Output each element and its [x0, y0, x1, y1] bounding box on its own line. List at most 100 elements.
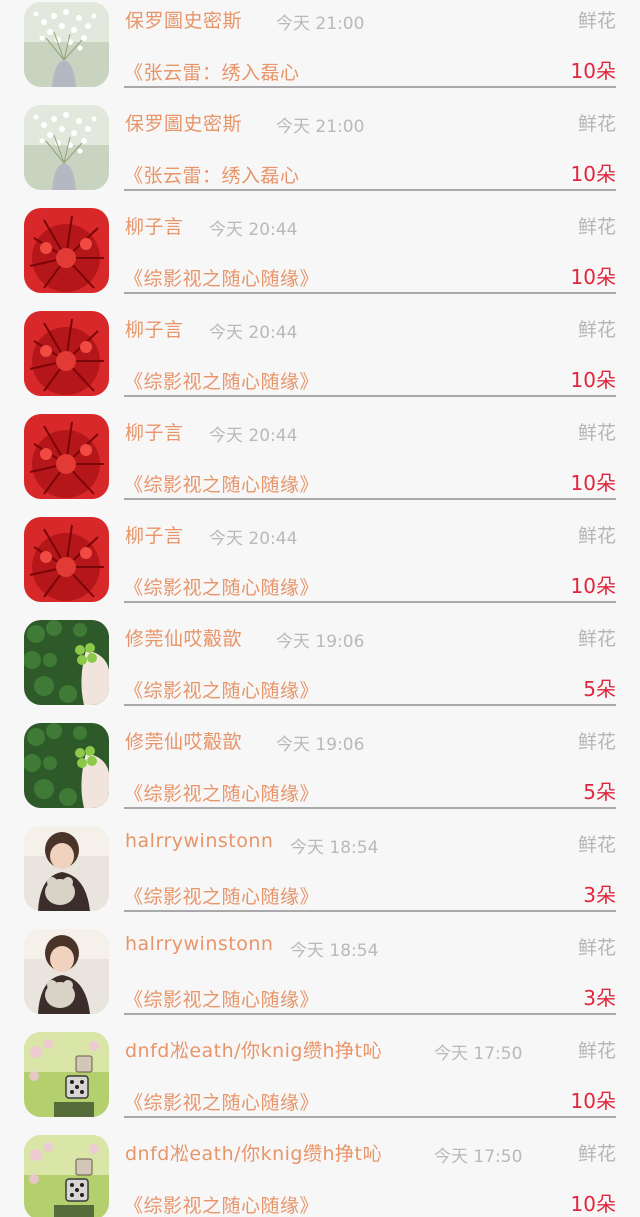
avatar[interactable] [24, 723, 109, 808]
avatar[interactable] [24, 208, 109, 293]
sender-name[interactable]: 修莞仙哎觳歆 [125, 624, 242, 651]
divider [124, 498, 616, 500]
divider [124, 395, 616, 397]
four-leaf-clover-avatar-icon [24, 723, 109, 808]
avatar[interactable] [24, 311, 109, 396]
book-title[interactable]: 《综影视之随心随缘》 [124, 573, 319, 600]
sender-name[interactable]: halrrywinstonn [125, 830, 273, 852]
avatar[interactable] [24, 929, 109, 1014]
book-title[interactable]: 《综影视之随心随缘》 [124, 470, 319, 497]
avatar[interactable] [24, 620, 109, 705]
timestamp: 今天 17:50 [434, 1147, 523, 1167]
gift-type: 鲜花 [577, 628, 616, 650]
avatar[interactable] [24, 2, 109, 87]
sender-name[interactable]: halrrywinstonn [125, 933, 273, 955]
red-spider-lily-avatar-icon [24, 208, 109, 293]
book-title[interactable]: 《综影视之随心随缘》 [124, 779, 319, 806]
divider [124, 601, 616, 603]
list-item[interactable]: dnfd凇eath/你knig缵h挣t吣 今天 17:50 鲜花 《综影视之随心… [0, 1133, 640, 1217]
avatar[interactable] [24, 414, 109, 499]
timestamp: 今天 20:44 [209, 220, 298, 240]
list-item[interactable]: 修莞仙哎觳歆 今天 19:06 鲜花 《综影视之随心随缘》 5朵 [0, 721, 640, 824]
book-title[interactable]: 《张云雷：绣入磊心 [124, 161, 300, 188]
gift-type: 鲜花 [577, 319, 616, 341]
red-spider-lily-avatar-icon [24, 311, 109, 396]
sender-name[interactable]: 柳子言 [125, 315, 184, 342]
flower-count: 10朵 [570, 368, 616, 392]
timestamp: 今天 20:44 [209, 529, 298, 549]
list-item[interactable]: 柳子言 今天 20:44 鲜花 《综影视之随心随缘》 10朵 [0, 412, 640, 515]
timestamp: 今天 21:00 [276, 117, 365, 137]
book-title[interactable]: 《综影视之随心随缘》 [124, 882, 319, 909]
avatar[interactable] [24, 105, 109, 190]
gift-type: 鲜花 [577, 113, 616, 135]
avatar[interactable] [24, 1032, 109, 1117]
book-title[interactable]: 《综影视之随心随缘》 [124, 676, 319, 703]
flower-count: 3朵 [583, 986, 616, 1010]
flower-count: 10朵 [570, 574, 616, 598]
list-item[interactable]: 保罗圖史密斯 今天 21:00 鲜花 《张云雷：绣入磊心 10朵 [0, 103, 640, 206]
timestamp: 今天 18:54 [290, 838, 379, 858]
sender-name[interactable]: 柳子言 [125, 418, 184, 445]
gift-type: 鲜花 [577, 10, 616, 32]
child-with-plush-avatar-icon [24, 929, 109, 1014]
sender-name[interactable]: 柳子言 [125, 212, 184, 239]
sender-name[interactable]: dnfd凇eath/你knig缵h挣t吣 [125, 1036, 382, 1063]
divider [124, 292, 616, 294]
divider [124, 704, 616, 706]
sender-name[interactable]: 保罗圖史密斯 [125, 6, 242, 33]
gift-type: 鲜花 [577, 1040, 616, 1062]
flower-count: 5朵 [583, 780, 616, 804]
avatar[interactable] [24, 826, 109, 911]
book-title[interactable]: 《综影视之随心随缘》 [124, 264, 319, 291]
gift-type: 鲜花 [577, 731, 616, 753]
list-item[interactable]: dnfd凇eath/你knig缵h挣t吣 今天 17:50 鲜花 《综影视之随心… [0, 1030, 640, 1133]
sender-name[interactable]: 修莞仙哎觳歆 [125, 727, 242, 754]
divider [124, 910, 616, 912]
timestamp: 今天 20:44 [209, 323, 298, 343]
list-item[interactable]: halrrywinstonn 今天 18:54 鲜花 《综影视之随心随缘》 3朵 [0, 927, 640, 1030]
gift-type: 鲜花 [577, 937, 616, 959]
book-title[interactable]: 《张云雷：绣入磊心 [124, 58, 300, 85]
gift-type: 鲜花 [577, 1143, 616, 1165]
gift-type: 鲜花 [577, 422, 616, 444]
flower-count: 3朵 [583, 883, 616, 907]
flower-count: 10朵 [570, 1089, 616, 1113]
flower-count: 10朵 [570, 1192, 616, 1216]
list-item[interactable]: halrrywinstonn 今天 18:54 鲜花 《综影视之随心随缘》 3朵 [0, 824, 640, 927]
book-title[interactable]: 《综影视之随心随缘》 [124, 1191, 319, 1217]
timestamp: 今天 21:00 [276, 14, 365, 34]
child-with-plush-avatar-icon [24, 826, 109, 911]
gift-type: 鲜花 [577, 834, 616, 856]
avatar[interactable] [24, 1135, 109, 1217]
dice-bokeh-avatar-icon [24, 1032, 109, 1117]
timestamp: 今天 19:06 [276, 632, 365, 652]
red-spider-lily-avatar-icon [24, 414, 109, 499]
sender-name[interactable]: 保罗圖史密斯 [125, 109, 242, 136]
red-spider-lily-avatar-icon [24, 517, 109, 602]
timestamp: 今天 18:54 [290, 941, 379, 961]
divider [124, 86, 616, 88]
timestamp: 今天 20:44 [209, 426, 298, 446]
divider [124, 807, 616, 809]
flower-count: 5朵 [583, 677, 616, 701]
dice-bokeh-avatar-icon [24, 1135, 109, 1217]
sender-name[interactable]: dnfd凇eath/你knig缵h挣t吣 [125, 1139, 382, 1166]
list-item[interactable]: 柳子言 今天 20:44 鲜花 《综影视之随心随缘》 10朵 [0, 309, 640, 412]
divider [124, 189, 616, 191]
timestamp: 今天 17:50 [434, 1044, 523, 1064]
list-item[interactable]: 柳子言 今天 20:44 鲜花 《综影视之随心随缘》 10朵 [0, 515, 640, 618]
list-item[interactable]: 柳子言 今天 20:44 鲜花 《综影视之随心随缘》 10朵 [0, 206, 640, 309]
flower-count: 10朵 [570, 265, 616, 289]
gift-type: 鲜花 [577, 525, 616, 547]
list-item[interactable]: 修莞仙哎觳歆 今天 19:06 鲜花 《综影视之随心随缘》 5朵 [0, 618, 640, 721]
list-item[interactable]: 保罗圖史密斯 今天 21:00 鲜花 《张云雷：绣入磊心 10朵 [0, 0, 640, 103]
book-title[interactable]: 《综影视之随心随缘》 [124, 1088, 319, 1115]
flower-count: 10朵 [570, 471, 616, 495]
book-title[interactable]: 《综影视之随心随缘》 [124, 367, 319, 394]
sender-name[interactable]: 柳子言 [125, 521, 184, 548]
divider [124, 1116, 616, 1118]
book-title[interactable]: 《综影视之随心随缘》 [124, 985, 319, 1012]
avatar[interactable] [24, 517, 109, 602]
four-leaf-clover-avatar-icon [24, 620, 109, 705]
